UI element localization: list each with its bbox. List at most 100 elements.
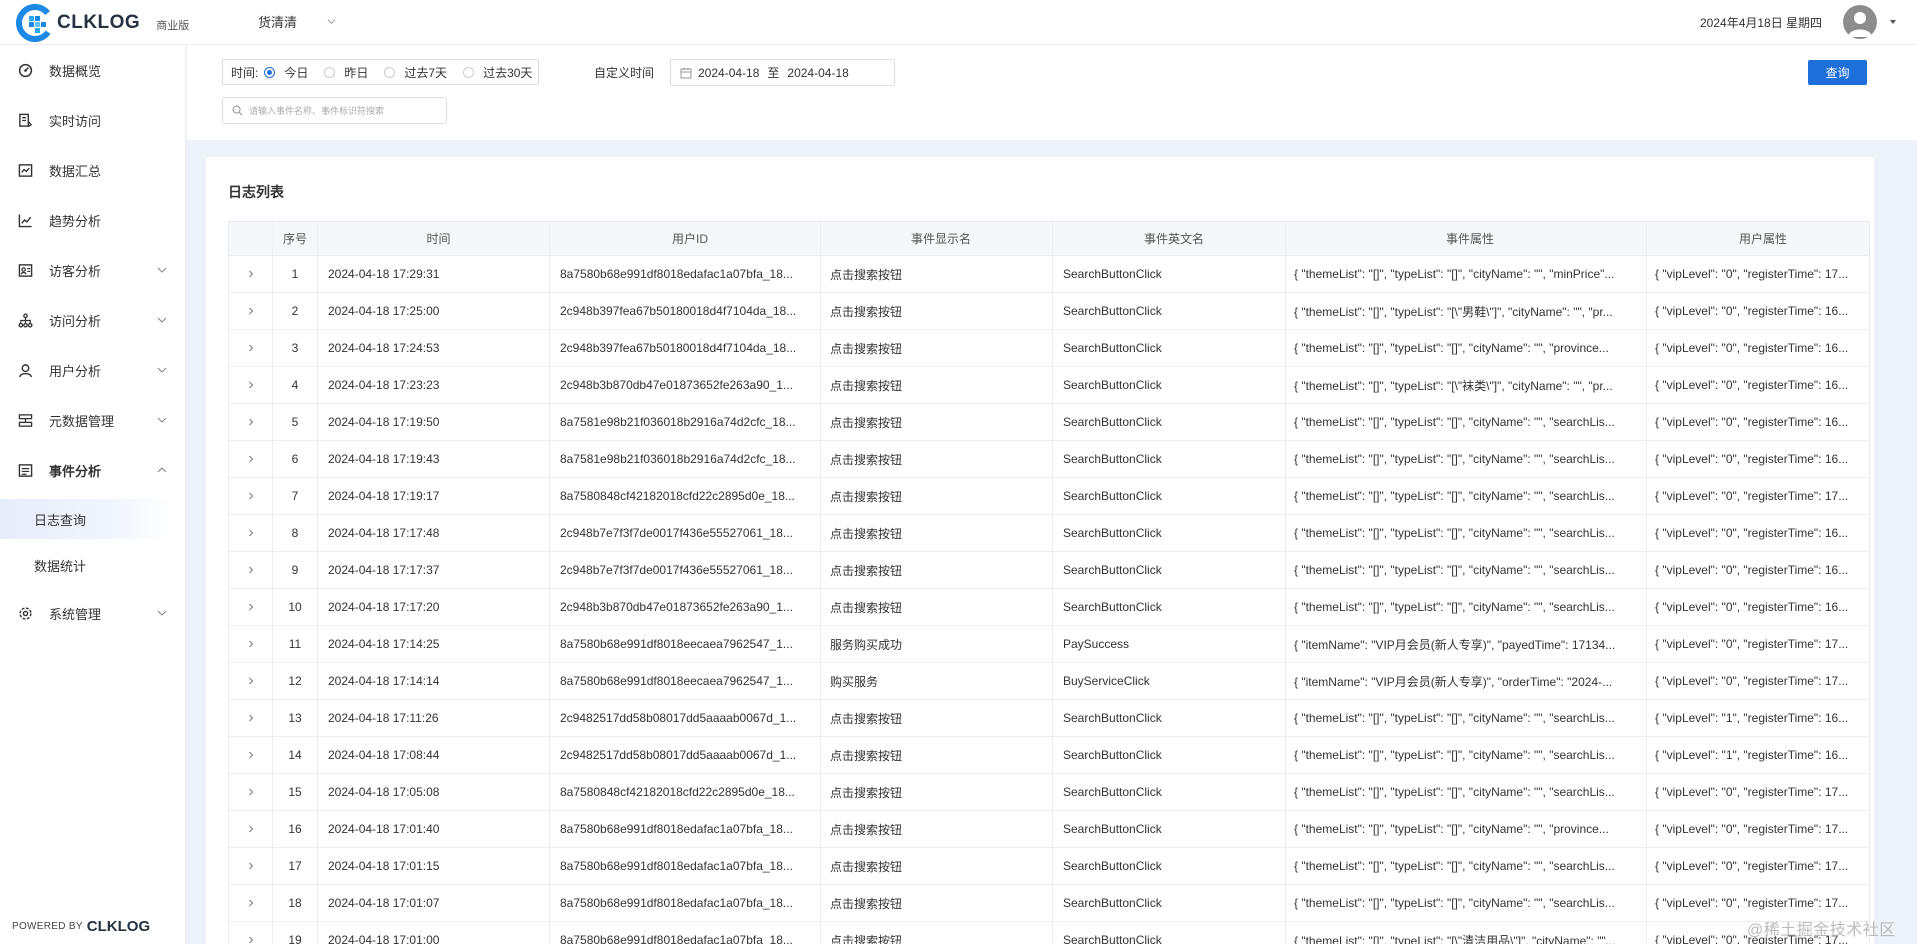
table-header: 序号 时间 用户ID 事件显示名 事件英文名 事件属性 用户属性 <box>229 222 1869 256</box>
event-properties: { "themeList": "[]", "typeList": "[\"袜类\… <box>1286 367 1647 403</box>
app-logo[interactable]: CLKLOG 商业版 <box>16 4 189 42</box>
table-row[interactable]: 6 2024-04-18 17:19:43 8a7581e98b21f036018b… <box>229 441 1869 478</box>
table-row[interactable]: 7 2024-04-18 17:19:17 8a7580848cf42182018c… <box>229 478 1869 515</box>
event-display-name: 点击搜索按钮 <box>821 441 1053 477</box>
event-time: 2024-04-18 17:19:17 <box>318 478 550 514</box>
event-english-name: BuyServiceClick <box>1053 663 1286 699</box>
table-row[interactable]: 2 2024-04-18 17:25:00 2c948b397fea67b50180… <box>229 293 1869 330</box>
time-label: 时间: <box>231 65 259 80</box>
chevron-right-icon <box>248 344 253 352</box>
radio-label: 今日 <box>284 65 309 80</box>
radio-dot[interactable] <box>384 66 396 78</box>
expand-row-button[interactable] <box>229 774 273 810</box>
expand-row-button[interactable] <box>229 404 273 440</box>
sidebar-item-user-analysis[interactable]: 用户分析 <box>0 350 186 390</box>
expand-row-button[interactable] <box>229 885 273 921</box>
radio-dot[interactable] <box>463 66 475 78</box>
sidebar-item-metadata[interactable]: 元数据管理 <box>0 400 186 440</box>
event-display-name: 点击搜索按钮 <box>821 737 1053 773</box>
column-header[interactable]: 事件显示名 <box>821 222 1053 255</box>
sidebar-item-system[interactable]: 系统管理 <box>0 593 186 633</box>
expand-row-button[interactable] <box>229 737 273 773</box>
column-header[interactable]: 用户属性 <box>1647 222 1871 255</box>
sidebar-item-label: 趋势分析 <box>49 213 102 229</box>
caret-down-icon[interactable] <box>1890 20 1896 24</box>
table-row[interactable]: 5 2024-04-18 17:19:50 8a7581e98b21f036018b… <box>229 404 1869 441</box>
sidebar-item-access[interactable]: 访问分析 <box>0 300 186 340</box>
query-button[interactable]: 查询 <box>1808 60 1867 85</box>
table-row[interactable]: 19 2024-04-18 17:01:00 8a7580b68e991df8018… <box>229 922 1869 944</box>
event-search-input[interactable] <box>249 105 439 116</box>
date-range-picker[interactable]: 2024-04-18 至 2024-04-18 <box>670 59 895 86</box>
table-row[interactable]: 18 2024-04-18 17:01:07 8a7580b68e991df8018… <box>229 885 1869 922</box>
expand-row-button[interactable] <box>229 663 273 699</box>
sidebar-item-event-analysis[interactable]: 事件分析 <box>0 450 186 490</box>
table-row[interactable]: 16 2024-04-18 17:01:40 8a7580b68e991df8018… <box>229 811 1869 848</box>
table-row[interactable]: 10 2024-04-18 17:17:20 2c948b3b870db47e018… <box>229 589 1869 626</box>
expand-row-button[interactable] <box>229 330 273 366</box>
column-header[interactable]: 事件属性 <box>1286 222 1647 255</box>
table-row[interactable]: 8 2024-04-18 17:17:48 2c948b7e7f3f7de0017f… <box>229 515 1869 552</box>
chevron-down-icon <box>157 267 167 273</box>
expand-row-button[interactable] <box>229 293 273 329</box>
column-header[interactable]: 用户ID <box>550 222 821 255</box>
expand-row-button[interactable] <box>229 515 273 551</box>
expand-row-button[interactable] <box>229 552 273 588</box>
table-row[interactable]: 3 2024-04-18 17:24:53 2c948b397fea67b50180… <box>229 330 1869 367</box>
user-properties: { "vipLevel": "0", "registerTime": 16... <box>1655 378 1849 392</box>
sidebar-subitem-log-query[interactable]: 日志查询 <box>0 499 172 539</box>
sidebar-item-trend[interactable]: 趋势分析 <box>0 200 186 240</box>
chevron-right-icon <box>248 603 253 611</box>
sidebar-item-label: 访客分析 <box>49 263 102 279</box>
expand-row-button[interactable] <box>229 848 273 884</box>
event-english-name: SearchButtonClick <box>1053 552 1286 588</box>
sidebar-item-realtime[interactable]: 实时访问 <box>0 100 186 140</box>
expand-row-button[interactable] <box>229 700 273 736</box>
table-row[interactable]: 12 2024-04-18 17:14:14 8a7580b68e991df8018… <box>229 663 1869 700</box>
sidebar-item-label: 数据概览 <box>49 63 102 79</box>
column-header[interactable]: 时间 <box>318 222 550 255</box>
radio-last-30-days[interactable]: 过去30天 <box>463 64 532 81</box>
sidebar-subitem-label: 数据统计 <box>34 558 87 574</box>
sidebar-item-summary[interactable]: 数据汇总 <box>0 150 186 190</box>
powered-by: POWERED BY CLKLOG <box>12 918 150 935</box>
time-radio-group: 时间: 今日 昨日 过去7天 过去30天 <box>222 59 540 85</box>
expand-row-button[interactable] <box>229 922 273 944</box>
table-row[interactable]: 15 2024-04-18 17:05:08 8a7580848cf42182018… <box>229 774 1869 811</box>
expand-row-button[interactable] <box>229 478 273 514</box>
radio-dot[interactable] <box>264 66 276 78</box>
table-row[interactable]: 11 2024-04-18 17:14:25 8a7580b68e991df8018… <box>229 626 1869 663</box>
user-id: 8a7581e98b21f036018b2916a74d2cfc_18... <box>550 404 821 440</box>
column-header[interactable]: 序号 <box>273 222 318 255</box>
sidebar-item-visitor[interactable]: 访客分析 <box>0 250 186 290</box>
event-display-name: 点击搜索按钮 <box>821 700 1053 736</box>
sidebar-item-label: 事件分析 <box>49 463 102 479</box>
sidebar-item-overview[interactable]: 数据概览 <box>0 50 186 90</box>
sidebar-subitem-data-stats[interactable]: 数据统计 <box>0 545 186 585</box>
expand-row-button[interactable] <box>229 441 273 477</box>
avatar[interactable] <box>1843 5 1877 39</box>
table-row[interactable]: 4 2024-04-18 17:23:23 2c948b3b870db47e0187… <box>229 367 1869 404</box>
radio-yesterday[interactable]: 昨日 <box>324 64 368 81</box>
event-search-box[interactable] <box>222 97 447 124</box>
event-display-name: 点击搜索按钮 <box>821 552 1053 588</box>
radio-last-7-days[interactable]: 过去7天 <box>384 64 447 81</box>
row-index: 13 <box>273 700 318 736</box>
table-row[interactable]: 17 2024-04-18 17:01:15 8a7580b68e991df8018… <box>229 848 1869 885</box>
table-row[interactable]: 14 2024-04-18 17:08:44 2c9482517dd58b08017… <box>229 737 1869 774</box>
table-row[interactable]: 1 2024-04-18 17:29:31 8a7580b68e991df8018e… <box>229 256 1869 293</box>
end-date[interactable]: 2024-04-18 <box>787 66 848 80</box>
table-row[interactable]: 13 2024-04-18 17:11:26 2c9482517dd58b08017… <box>229 700 1869 737</box>
start-date[interactable]: 2024-04-18 <box>698 66 759 80</box>
expand-row-button[interactable] <box>229 626 273 662</box>
table-row[interactable]: 9 2024-04-18 17:17:37 2c948b7e7f3f7de0017f… <box>229 552 1869 589</box>
radio-dot[interactable] <box>324 66 336 78</box>
expand-row-button[interactable] <box>229 811 273 847</box>
expand-row-button[interactable] <box>229 367 273 403</box>
project-select[interactable]: 货清清 <box>258 12 336 31</box>
chevron-right-icon <box>248 492 253 500</box>
radio-today[interactable]: 今日 <box>264 64 308 81</box>
expand-row-button[interactable] <box>229 256 273 292</box>
expand-row-button[interactable] <box>229 589 273 625</box>
column-header[interactable]: 事件英文名 <box>1053 222 1286 255</box>
